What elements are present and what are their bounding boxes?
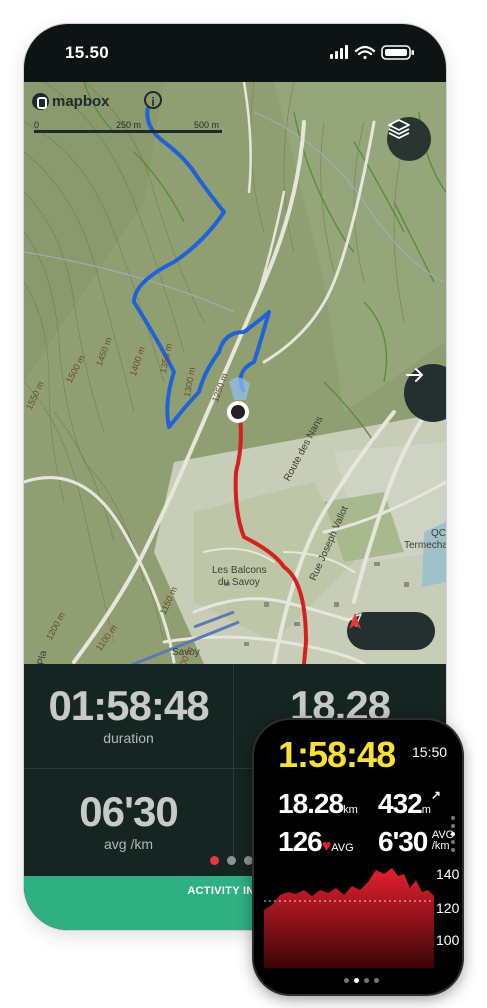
scale-bar: 0 250 m 500 m (34, 120, 222, 134)
page-dot[interactable] (227, 856, 236, 865)
watch-page-dot[interactable] (374, 978, 379, 983)
page-indicator (210, 856, 253, 865)
watch-page-dot[interactable] (354, 978, 359, 983)
pace-value: 06'30 (79, 788, 178, 835)
watch-chart-tick-140: 140 (436, 866, 460, 882)
page-dot[interactable] (244, 856, 253, 865)
status-time: 15.50 (65, 43, 110, 62)
scale-tick-1: 250 m (116, 120, 142, 130)
map-label-pla: Pla (36, 649, 50, 664)
status-icons (330, 45, 414, 60)
watch-distance-unit: km (343, 804, 358, 816)
arrow-right-icon (406, 368, 423, 382)
watch-ascent-value: 432 (378, 788, 423, 819)
watch-page-dot[interactable] (344, 978, 349, 983)
watch-chart-tick-100: 100 (436, 932, 460, 948)
compass-north-icon (349, 613, 361, 629)
scale-tick-0: 0 (34, 120, 40, 130)
wifi-icon (354, 45, 376, 60)
scale-line (34, 130, 222, 133)
status-bar: 15.50 (24, 24, 446, 82)
watch-page-dot[interactable] (364, 978, 369, 983)
map-nav-controls (347, 612, 435, 650)
layers-button[interactable] (387, 117, 431, 161)
pace-cell: 06'30 avg /km (24, 788, 233, 852)
signal-icon (330, 45, 348, 59)
map-view[interactable]: mapbox i 0 250 m 500 m Les Balcons du Sa… (24, 82, 446, 664)
ascent-arrow-icon: ↗ (430, 788, 441, 802)
map-label-savoy-2: du Savoy (218, 577, 260, 588)
mapbox-text: mapbox (52, 93, 110, 110)
watch-clock: 15:50 (412, 744, 448, 760)
map-label-balcons: Les Balcons (212, 565, 267, 576)
watch-chart-tick-120: 120 (436, 900, 460, 916)
duration-value: 01:58:48 (48, 682, 209, 729)
watch-ascent: 432m ↗ (378, 788, 441, 820)
layers-icon (388, 119, 410, 139)
mapbox-logo: mapbox (32, 93, 110, 110)
watch-duration: 1:58:48 (278, 734, 396, 775)
watch-distance: 18.28km (278, 788, 358, 820)
pace-label: avg /km (103, 836, 153, 852)
duration-cell: 01:58:48 duration (24, 682, 233, 746)
watch-page-indicator (344, 978, 379, 983)
watch-distance-value: 18.28 (278, 788, 344, 819)
compass-button[interactable] (349, 612, 435, 650)
watch-heart-rate-chart (264, 868, 434, 968)
watch-scroll-indicator (451, 816, 455, 852)
attribution-info-button[interactable]: i (144, 91, 162, 109)
page-dot[interactable] (210, 856, 219, 865)
duration-label: duration (103, 730, 154, 746)
smartwatch: 1:58:48 15:50 18.28km 432m↗ 126♥AVG 6'30… (254, 720, 462, 994)
map-label-qc: QC (431, 528, 446, 539)
scale-tick-2: 500 m (194, 120, 220, 130)
mapbox-icon (32, 93, 49, 110)
battery-icon (381, 45, 414, 60)
map-label-termech: Termecha (404, 540, 446, 551)
watch-ascent-unit: m (421, 804, 431, 816)
